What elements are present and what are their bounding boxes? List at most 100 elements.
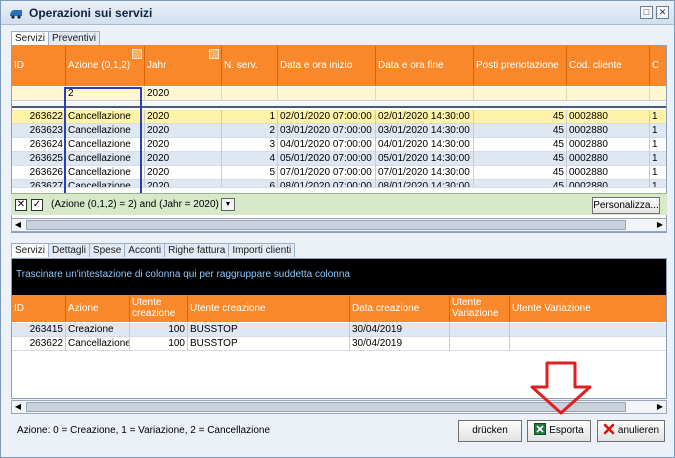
cell-data-inizio: 02/01/2020 07:00:00 — [278, 110, 376, 124]
col-header-id[interactable]: ID — [12, 295, 66, 322]
clear-filter-icon[interactable]: ✕ — [15, 199, 27, 211]
cell-cod-cliente: 0002880 — [567, 166, 650, 180]
col-header-n-serv[interactable]: N. serv. — [222, 46, 278, 86]
cell-cod-cliente: 0002880 — [567, 124, 650, 138]
col-header-posti[interactable]: Posti prenotazione — [474, 46, 567, 86]
cell-jahr: 2020 — [145, 180, 222, 187]
table-row[interactable]: 263623 Cancellazione 2020 2 03/01/2020 0… — [12, 124, 666, 138]
table-row[interactable]: 263415 Creazione 100 BUSSTOP 30/04/2019 — [12, 323, 666, 337]
scroll-right-icon[interactable]: ▶ — [654, 401, 666, 413]
export-button[interactable]: Esporta — [527, 420, 591, 442]
filter-cell-azione[interactable]: 2 — [66, 87, 145, 101]
cell-data-fine: 04/01/2020 14:30:00 — [376, 138, 474, 152]
col-header-cod-cliente[interactable]: Cod. cliente — [567, 46, 650, 86]
cell-posti: 45 — [474, 110, 567, 124]
filter-cell-jahr[interactable]: 2020 — [145, 87, 222, 101]
cell-cod-cliente: 0002880 — [567, 152, 650, 166]
table-row[interactable]: 263625 Cancellazione 2020 4 05/01/2020 0… — [12, 152, 666, 166]
scroll-left-icon[interactable]: ◀ — [12, 219, 24, 231]
col-header-utente-creazione[interactable]: Utente creazione — [188, 295, 350, 322]
table-row[interactable]: 263626 Cancellazione 2020 5 07/01/2020 0… — [12, 166, 666, 180]
table-row[interactable]: 263627 Cancellazione 2020 6 08/01/2020 0… — [12, 180, 666, 188]
close-button[interactable]: ✕ — [656, 6, 669, 19]
cell-utente: BUSSTOP — [188, 323, 350, 337]
tab-importi-clienti[interactable]: Importi clienti — [228, 243, 296, 257]
col-header-jahr[interactable]: Jahr — [145, 46, 222, 86]
col-header-azione[interactable]: Azione — [66, 295, 130, 322]
filter-cell-data-fine[interactable] — [376, 87, 474, 101]
col-header-id[interactable]: ID — [12, 46, 66, 86]
table-row[interactable]: 263622 Cancellazione 2020 1 02/01/2020 0… — [12, 110, 666, 124]
filter-cell-data-inizio[interactable] — [278, 87, 376, 101]
customize-filter-button[interactable]: Personalizza... — [592, 197, 660, 214]
col-header-data-fine[interactable]: Data e ora fine — [376, 46, 474, 86]
cell-utente-variazione — [510, 337, 666, 351]
cell-data-inizio: 07/01/2020 07:00:00 — [278, 166, 376, 180]
scroll-left-icon[interactable]: ◀ — [12, 401, 24, 413]
grid-header: ID Azione (0,1,2) Jahr N. serv. Data e o… — [12, 46, 666, 86]
filter-cell-n-serv[interactable] — [222, 87, 278, 101]
cell-id: 263626 — [12, 166, 66, 180]
history-grid-header: ID Azione Utente creazione Utente creazi… — [12, 295, 666, 322]
cell-data-fine: 02/01/2020 14:30:00 — [376, 110, 474, 124]
filter-cell-cod-cliente[interactable] — [567, 87, 650, 101]
filter-expression[interactable]: (Azione (0,1,2) = 2) and (Jahr = 2020) — [51, 199, 219, 210]
col-header-data-creazione[interactable]: Data creazione — [350, 295, 450, 322]
table-row[interactable]: 263624 Cancellazione 2020 3 04/01/2020 0… — [12, 138, 666, 152]
col-header-utente-variazione[interactable]: Utente Variazione — [510, 295, 666, 322]
cell-cod-cliente: 0002880 — [567, 138, 650, 152]
cell-jahr: 2020 — [145, 110, 222, 124]
scroll-thumb[interactable] — [26, 220, 626, 230]
col-header-utente-variazione-id[interactable]: Utente Variazione — [450, 295, 510, 322]
print-button[interactable]: drücken — [458, 420, 522, 442]
cell-data-inizio: 05/01/2020 07:00:00 — [278, 152, 376, 166]
cell-n-serv: 3 — [222, 138, 278, 152]
cell-cod-cliente: 0002880 — [567, 110, 650, 124]
cell-more: 1 — [650, 138, 666, 152]
tab-servizi[interactable]: Servizi — [11, 31, 50, 45]
cell-posti: 45 — [474, 138, 567, 152]
cell-data-inizio: 04/01/2020 07:00:00 — [278, 138, 376, 152]
cell-utente-variazione-id — [450, 323, 510, 337]
col-header-more[interactable]: C — [650, 46, 666, 86]
filter-history-dropdown[interactable]: ▼ — [221, 198, 235, 211]
cell-id: 263625 — [12, 152, 66, 166]
cell-id: 263622 — [12, 110, 66, 124]
red-x-icon — [603, 423, 615, 435]
cell-utente-id: 100 — [130, 323, 188, 337]
tab-acconti[interactable]: Acconti — [124, 243, 166, 257]
tab-servizi-detail[interactable]: Servizi — [11, 243, 50, 257]
scroll-thumb[interactable] — [26, 402, 626, 412]
top-grid-hscrollbar[interactable]: ◀ ▶ — [11, 218, 667, 232]
col-header-data-inizio[interactable]: Data e ora inizio — [278, 46, 376, 86]
tab-preventivi[interactable]: Preventivi — [48, 31, 100, 45]
scroll-right-icon[interactable]: ▶ — [654, 219, 666, 231]
tab-dettagli[interactable]: Dettagli — [48, 243, 90, 257]
bottom-grid-hscrollbar[interactable]: ◀ ▶ — [11, 400, 667, 414]
cell-jahr: 2020 — [145, 124, 222, 138]
col-header-azione[interactable]: Azione (0,1,2) — [66, 46, 145, 86]
table-row[interactable]: 263622 Cancellazione 100 BUSSTOP 30/04/2… — [12, 337, 666, 351]
cell-more: 1 — [650, 152, 666, 166]
export-button-label: Esporta — [549, 425, 584, 436]
bus-app-icon — [10, 9, 22, 19]
new-row-separator — [12, 102, 666, 108]
cell-data-inizio: 03/01/2020 07:00:00 — [278, 124, 376, 138]
cell-azione: Cancellazione — [66, 110, 145, 124]
cell-posti: 45 — [474, 180, 567, 187]
col-header-utente-creazione-id[interactable]: Utente creazione — [130, 295, 188, 322]
cell-n-serv: 2 — [222, 124, 278, 138]
filter-cell-posti[interactable] — [474, 87, 567, 101]
group-by-area[interactable]: Trascinare un'intestazione di colonna qu… — [12, 259, 666, 295]
filter-cell-id[interactable] — [12, 87, 66, 101]
cell-utente-variazione-id — [450, 337, 510, 351]
cancel-button-label: anulieren — [617, 425, 660, 436]
tab-spese[interactable]: Spese — [88, 243, 126, 257]
cell-utente-variazione — [510, 323, 666, 337]
restore-button[interactable]: □ — [640, 6, 653, 19]
cancel-button[interactable]: anulieren — [597, 420, 665, 442]
cell-n-serv: 1 — [222, 110, 278, 124]
enable-filter-checkbox[interactable]: ✓ — [31, 199, 43, 211]
tab-righe-fattura[interactable]: Righe fattura — [164, 243, 230, 257]
cell-posti: 45 — [474, 124, 567, 138]
